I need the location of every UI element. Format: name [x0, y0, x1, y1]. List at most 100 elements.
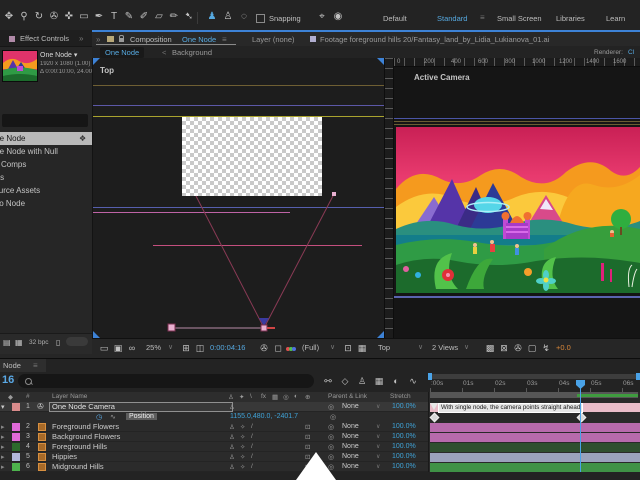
- 3d-switch[interactable]: ⊡: [305, 423, 310, 431]
- comp-mini-flowchart-icon[interactable]: ⚯: [322, 376, 334, 386]
- parent-dropdown-arrow[interactable]: ∨: [376, 423, 380, 430]
- column-parent-link[interactable]: Parent & Link: [328, 393, 367, 400]
- playhead-line[interactable]: [580, 388, 581, 472]
- adjustment-layer-icon[interactable]: ◐: [294, 393, 298, 400]
- layer-expand-arrow[interactable]: ▾: [1, 403, 5, 411]
- layer-expand-arrow[interactable]: ▸: [1, 463, 5, 471]
- layer-expand-arrow[interactable]: ▸: [1, 453, 5, 461]
- layer-duration-bar[interactable]: [430, 462, 640, 472]
- position-property-label[interactable]: Position: [126, 413, 157, 420]
- view-layout-dropdown-arrow[interactable]: ∨: [464, 343, 469, 351]
- stretch-value[interactable]: 100.0%: [392, 433, 416, 440]
- stopwatch-icon[interactable]: ◷: [96, 413, 102, 421]
- safe-margins-icon[interactable]: ⊞: [180, 343, 192, 353]
- pickwhip-icon[interactable]: ◎: [328, 433, 334, 441]
- quality-switch[interactable]: /: [251, 433, 253, 440]
- project-item[interactable]: Source Assets: [0, 184, 92, 197]
- navigator-handle-right[interactable]: [636, 373, 640, 380]
- layer-label-color[interactable]: [12, 453, 20, 461]
- layer-expand-arrow[interactable]: ▸: [1, 423, 5, 431]
- graph-toggle-icon[interactable]: ∿: [110, 413, 116, 421]
- layer-expand-arrow[interactable]: ▸: [1, 443, 5, 451]
- 3d-switch[interactable]: ⊡: [305, 433, 310, 441]
- fast-previews-icon[interactable]: ↯: [540, 343, 552, 353]
- trash-icon[interactable]: ▯: [56, 338, 60, 348]
- quality-switch[interactable]: /: [251, 423, 253, 430]
- collapse-switch[interactable]: ✧: [240, 443, 245, 451]
- pickwhip-icon[interactable]: ◎: [328, 443, 334, 451]
- camera-frustum[interactable]: [93, 58, 384, 338]
- quality-switch[interactable]: /: [251, 463, 253, 470]
- layer-label-color[interactable]: [12, 443, 20, 451]
- region-of-interest-icon[interactable]: ⊡: [342, 343, 354, 353]
- show-snapshot-icon[interactable]: ◻: [272, 343, 284, 353]
- interpret-footage-icon[interactable]: ▤: [3, 338, 11, 348]
- project-item[interactable]: One Node with Null: [0, 145, 92, 158]
- motion-blur-icon[interactable]: ◎: [283, 393, 289, 401]
- quality-icon[interactable]: \: [250, 393, 252, 400]
- layer-row[interactable]: ▾ 1 ✇ One Node Camera ♙ ◎ None ∨ 100.0%: [0, 402, 428, 412]
- shy-switch[interactable]: ♙: [229, 453, 235, 461]
- project-item[interactable]: Bg Comps: [0, 158, 92, 171]
- time-navigator[interactable]: [430, 374, 638, 379]
- column-hash[interactable]: #: [26, 393, 30, 400]
- always-preview-icon[interactable]: ▭: [98, 343, 110, 353]
- pickwhip-icon[interactable]: ◎: [330, 413, 336, 421]
- marker-comment[interactable]: With single node, the camera points stra…: [438, 403, 584, 413]
- primary-viewer-icon[interactable]: ▣: [112, 343, 124, 353]
- transparency-grid-icon[interactable]: ▦: [356, 343, 368, 353]
- exposure-value[interactable]: +0.0: [556, 343, 571, 352]
- shy-switch[interactable]: ♙: [229, 423, 235, 431]
- position-value[interactable]: 1155.0,480.0, -2401.7: [230, 413, 298, 420]
- layer-row[interactable]: ▸ 6 Midground Hills ♙ ✧ / ⊡ ◎ None ∨ 100.0%: [0, 462, 428, 472]
- layer-label-color[interactable]: [12, 423, 20, 431]
- project-item[interactable]: Two Node: [0, 197, 92, 210]
- collapse-switch[interactable]: ✧: [240, 423, 245, 431]
- timeline-timecode[interactable]: 16: [2, 374, 14, 386]
- layer-duration-bar[interactable]: [430, 442, 640, 452]
- column-stretch[interactable]: Stretch: [390, 393, 411, 400]
- graph-editor-icon[interactable]: ∿: [407, 376, 419, 386]
- render-pill[interactable]: [66, 337, 88, 346]
- stretch-value[interactable]: 100.0%: [392, 443, 416, 450]
- quality-switch[interactable]: /: [251, 453, 253, 460]
- collapse-switch[interactable]: ✧: [240, 433, 245, 441]
- channels-icon[interactable]: [286, 344, 296, 353]
- pickwhip-icon[interactable]: ◎: [328, 403, 334, 411]
- project-search-input[interactable]: [2, 114, 88, 127]
- fx-icon[interactable]: fx: [261, 393, 266, 400]
- parent-dropdown-arrow[interactable]: ∨: [376, 443, 380, 450]
- pickwhip-icon[interactable]: ◎: [328, 423, 334, 431]
- layer-duration-bar[interactable]: [430, 452, 640, 462]
- motion-blur-icon[interactable]: ◐: [390, 376, 402, 386]
- stretch-value[interactable]: 100.0%: [392, 423, 416, 430]
- resolution-select[interactable]: (Full): [302, 343, 319, 352]
- pixel-aspect-icon[interactable]: ▢: [526, 343, 538, 353]
- view-select[interactable]: Top: [378, 343, 390, 352]
- magnification-dropdown-arrow[interactable]: ∨: [168, 343, 173, 351]
- property-row-position[interactable]: [0, 412, 428, 422]
- active-camera-view[interactable]: Active Camera: [394, 67, 640, 338]
- camera-wireframe-icon[interactable]: ✇: [512, 343, 524, 353]
- shy-switch[interactable]: ♙: [229, 443, 235, 451]
- proxy-icon[interactable]: ▦: [15, 338, 23, 348]
- column-layer-name[interactable]: Layer Name: [52, 393, 87, 400]
- stretch-value[interactable]: 100.0%: [392, 403, 416, 410]
- layer-row[interactable]: ▸ 3 Background Flowers ♙ ✧ / ⊡ ◎ None ∨ 100.0%: [0, 432, 428, 442]
- layer-duration-bar[interactable]: [430, 422, 640, 432]
- collapse-switch[interactable]: ✧: [240, 453, 245, 461]
- parent-dropdown-arrow[interactable]: ∨: [376, 403, 380, 410]
- hide-shy-icon[interactable]: ♙: [356, 376, 368, 386]
- timeline-tab-label[interactable]: Node: [3, 361, 21, 370]
- navigator-handle-left[interactable]: [428, 373, 432, 380]
- stretch-value[interactable]: 100.0%: [392, 453, 416, 460]
- snapshot-icon[interactable]: ✇: [258, 343, 270, 353]
- layer-expand-arrow[interactable]: ▸: [1, 433, 5, 441]
- 3d-switch[interactable]: ⊡: [305, 443, 310, 451]
- project-item[interactable]: One Node ❖: [0, 132, 92, 145]
- quality-switch[interactable]: /: [251, 443, 253, 450]
- layer-row[interactable]: ▸ 5 Hippies ♙ ✧ / ⊡ ◎ None ∨ 100.0%: [0, 452, 428, 462]
- layer-row[interactable]: ▸ 2 Foreground Flowers ♙ ✧ / ⊡ ◎ None ∨ 100.0%: [0, 422, 428, 432]
- shy-icon[interactable]: ♙: [228, 393, 234, 401]
- parent-dropdown-arrow[interactable]: ∨: [376, 433, 380, 440]
